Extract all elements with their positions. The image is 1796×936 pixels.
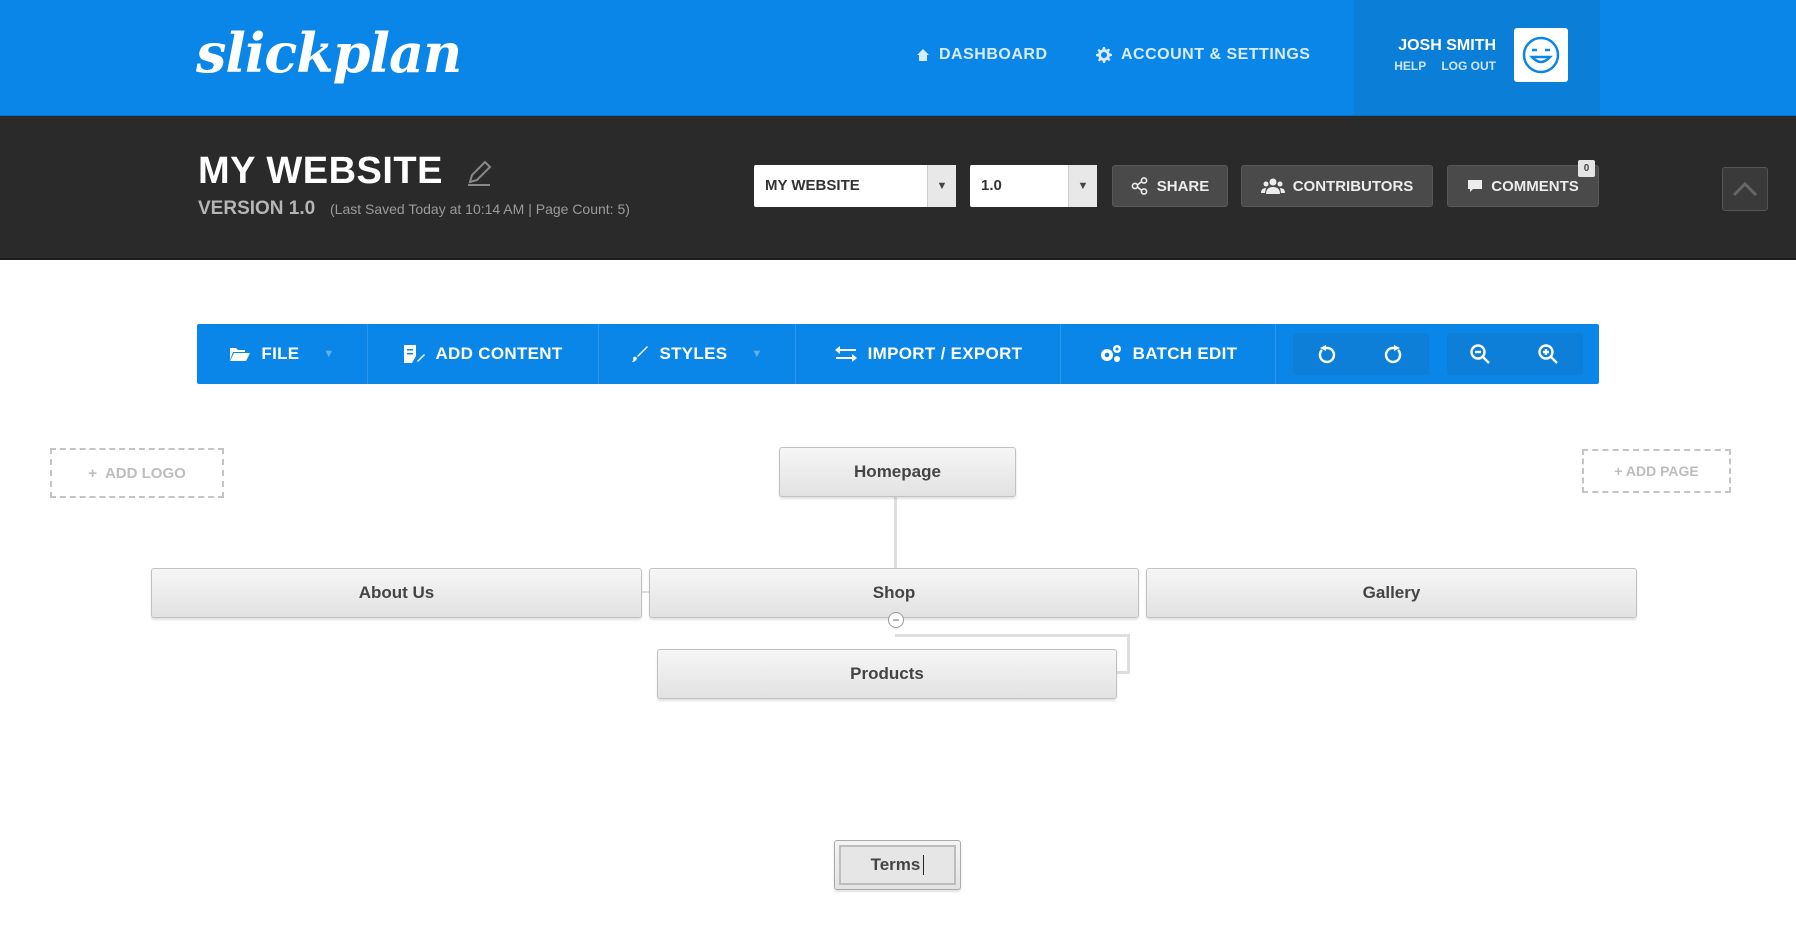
text-cursor	[923, 855, 925, 875]
pencil-icon[interactable]	[464, 158, 494, 193]
connector-line	[895, 634, 1130, 637]
comments-label: COMMENTS	[1491, 177, 1579, 195]
smiley-face-icon	[1522, 36, 1560, 74]
page-about-us[interactable]: About Us	[151, 568, 642, 618]
project-select-value: MY WEBSITE	[765, 177, 860, 194]
undo-icon	[1318, 345, 1336, 364]
connector-line	[1116, 671, 1130, 674]
chevron-up-icon	[1732, 181, 1758, 197]
connector-line	[894, 497, 897, 569]
batch-edit-label: BATCH EDIT	[1132, 344, 1238, 363]
gear-icon	[1096, 47, 1112, 63]
version-select[interactable]: 1.0 ▼	[970, 165, 1097, 207]
project-header: MY WEBSITE VERSION 1.0 (Last Saved Today…	[0, 116, 1796, 260]
add-logo-button[interactable]: + ADD LOGO	[50, 448, 224, 498]
project-select[interactable]: MY WEBSITE ▼	[754, 165, 956, 207]
nav-account-label: ACCOUNT & SETTINGS	[1121, 46, 1311, 63]
avatar[interactable]	[1514, 28, 1568, 82]
share-button[interactable]: SHARE	[1112, 165, 1228, 207]
project-save-info: (Last Saved Today at 10:14 AM | Page Cou…	[330, 201, 630, 217]
top-navigation-bar: slickplan DASHBOARD ACCOUNT & SETTINGS J…	[0, 0, 1796, 116]
user-links: HELP LOG OUT	[1382, 59, 1496, 73]
page-homepage[interactable]: Homepage	[779, 447, 1016, 497]
collapse-children-toggle[interactable]: −	[888, 612, 904, 628]
history-controls	[1293, 333, 1429, 375]
comment-icon	[1468, 180, 1483, 192]
collapse-header-button[interactable]	[1722, 167, 1768, 211]
add-page-button[interactable]: + ADD PAGE	[1582, 449, 1731, 493]
page-gallery[interactable]: Gallery	[1146, 568, 1637, 618]
page-terms-editing[interactable]: Terms	[834, 840, 961, 890]
connector-line	[1127, 634, 1130, 674]
page-name-input[interactable]: Terms	[839, 845, 956, 885]
connector-line	[641, 591, 649, 593]
import-export-button[interactable]: IMPORT / EXPORT	[796, 324, 1061, 384]
zoom-out-icon	[1470, 344, 1490, 364]
gears-icon	[1100, 345, 1121, 362]
zoom-controls	[1447, 333, 1583, 375]
share-label: SHARE	[1156, 177, 1210, 195]
file-menu[interactable]: FILE ▼	[197, 324, 368, 384]
redo-button[interactable]	[1361, 333, 1427, 375]
nav-dashboard-label: DASHBOARD	[939, 46, 1048, 63]
share-icon	[1131, 177, 1148, 195]
plus-icon: +	[88, 464, 97, 482]
page-products[interactable]: Products	[657, 649, 1117, 699]
nav-dashboard-link[interactable]: DASHBOARD	[916, 46, 1048, 64]
add-content-label: ADD CONTENT	[435, 344, 563, 363]
styles-menu[interactable]: STYLES ▼	[599, 324, 796, 384]
user-panel: JOSH SMITH HELP LOG OUT	[1354, 0, 1600, 115]
comments-count-badge: 0	[1578, 160, 1595, 177]
help-link[interactable]: HELP	[1394, 59, 1426, 73]
page-shop[interactable]: Shop	[649, 568, 1139, 618]
version-select-value: 1.0	[981, 177, 1002, 194]
project-version: VERSION 1.0	[198, 198, 316, 219]
logout-link[interactable]: LOG OUT	[1441, 59, 1496, 73]
brush-icon	[632, 346, 649, 362]
add-content-icon	[404, 345, 426, 363]
import-export-label: IMPORT / EXPORT	[867, 344, 1023, 363]
contributors-label: CONTRIBUTORS	[1292, 177, 1414, 195]
chevron-down-icon: ▼	[927, 165, 956, 207]
undo-button[interactable]	[1293, 333, 1359, 375]
user-name: JOSH SMITH	[1398, 37, 1496, 54]
chevron-down-icon: ▼	[751, 348, 763, 360]
zoom-out-button[interactable]	[1447, 333, 1513, 375]
zoom-in-button[interactable]	[1515, 333, 1581, 375]
users-icon	[1260, 178, 1285, 194]
zoom-in-icon	[1538, 344, 1558, 364]
styles-label: STYLES	[659, 344, 728, 363]
redo-icon	[1384, 345, 1402, 364]
project-title: MY WEBSITE	[198, 150, 443, 192]
batch-edit-button[interactable]: BATCH EDIT	[1061, 324, 1276, 384]
add-content-button[interactable]: ADD CONTENT	[368, 324, 599, 384]
sitemap-toolbar: FILE ▼ ADD CONTENT STYLES ▼ IMPORT / EXP…	[197, 324, 1599, 384]
page-name-input-value: Terms	[870, 855, 921, 874]
contributors-button[interactable]: CONTRIBUTORS	[1241, 165, 1433, 207]
file-label: FILE	[261, 344, 300, 363]
chevron-down-icon: ▼	[323, 348, 335, 360]
add-logo-label: ADD LOGO	[104, 464, 186, 482]
import-export-icon	[834, 346, 857, 362]
slickplan-logo[interactable]: slickplan	[196, 18, 462, 88]
chevron-down-icon: ▼	[1068, 165, 1097, 207]
comments-button[interactable]: COMMENTS 0	[1447, 160, 1599, 207]
home-icon	[917, 49, 929, 61]
nav-account-settings-link[interactable]: ACCOUNT & SETTINGS	[1096, 46, 1310, 64]
folder-open-icon	[230, 348, 251, 361]
